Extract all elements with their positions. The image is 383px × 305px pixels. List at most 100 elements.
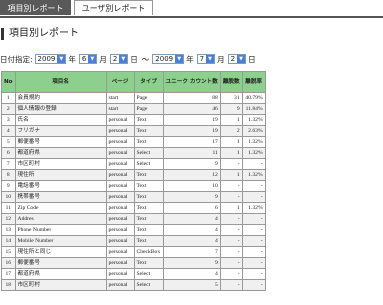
- cell-page: personal: [105, 268, 135, 280]
- cell-page: personal: [105, 158, 135, 170]
- cell-no: 14: [1, 235, 16, 247]
- table-row: 6 都道府県 personal Select 11 1 1.32%: [1, 147, 266, 159]
- report-table: No 項目名 ページ タイプ ユニーク カウント数 離脱数 離脱率 1 会員規約 s…: [1, 71, 266, 291]
- cell-unique-count: 17: [162, 136, 221, 148]
- to-month-select[interactable]: 7 ▼: [196, 54, 216, 64]
- cell-unique-count: 9: [162, 257, 221, 269]
- table-row: 11 Zip Code personal Text 6 1 1.32%: [1, 202, 266, 214]
- cell-type: Select: [133, 279, 164, 291]
- table-row: 17 都道府県 personal Select 4- -: [1, 268, 266, 280]
- cell-item-name: Zip Code: [14, 202, 107, 214]
- cell-page: personal: [105, 202, 135, 214]
- cell-item-name: 郵便番号: [14, 257, 107, 269]
- col-no: No: [1, 71, 16, 93]
- cell-type: Page: [133, 92, 164, 104]
- cell-item-name: 個人情報の登録: [14, 103, 107, 115]
- cell-item-name: 会員規約: [14, 92, 107, 104]
- cell-item-name: 市区町村: [14, 279, 107, 291]
- range-separator: ～: [141, 54, 150, 64]
- cell-exit-count: -: [219, 235, 243, 247]
- cell-unique-count: 19: [162, 114, 221, 126]
- year-unit: 年: [186, 54, 194, 64]
- cell-no: 18: [1, 279, 16, 291]
- from-year-select[interactable]: 2009 ▼: [34, 54, 67, 64]
- year-unit: 年: [68, 54, 76, 64]
- cell-unique-count: 10: [162, 180, 221, 192]
- cell-item-name: Mobile Number: [14, 235, 107, 247]
- cell-type: Select: [133, 268, 164, 280]
- cell-exit-count: 1: [219, 136, 243, 148]
- to-day-select[interactable]: 2 ▼: [227, 54, 247, 64]
- cell-no: 2: [1, 103, 16, 115]
- cell-page: personal: [105, 125, 135, 137]
- cell-exit-rate: -: [241, 235, 266, 247]
- chevron-down-icon: ▼: [206, 55, 215, 63]
- cell-item-name: 現住所: [14, 169, 107, 181]
- cell-exit-count: 1: [219, 147, 243, 159]
- cell-unique-count: 11: [162, 147, 221, 159]
- cell-unique-count: 4: [162, 213, 221, 225]
- cell-exit-rate: 1.32%: [241, 114, 266, 126]
- cell-unique-count: 4: [162, 268, 221, 280]
- cell-page: personal: [105, 136, 135, 148]
- cell-exit-count: -: [219, 180, 243, 192]
- table-row: 12 Addres personal Text 4- -: [1, 213, 266, 225]
- cell-exit-rate: 1.32%: [241, 202, 266, 214]
- col-type: タイプ: [133, 71, 164, 93]
- cell-type: Text: [133, 235, 164, 247]
- tab-user-report[interactable]: ユーザ別レポート: [74, 0, 153, 15]
- cell-exit-count: -: [219, 224, 243, 236]
- month-unit: 月: [99, 54, 107, 64]
- cell-item-name: 市区町村: [14, 158, 107, 170]
- cell-no: 6: [1, 147, 16, 159]
- cell-unique-count: 4: [162, 224, 221, 236]
- cell-unique-count: 6: [162, 202, 221, 214]
- cell-exit-count: 1: [219, 169, 243, 181]
- tab-item-report[interactable]: 項目別レポート: [0, 0, 71, 15]
- to-year-select[interactable]: 2009 ▼: [152, 54, 185, 64]
- cell-no: 1: [1, 92, 16, 104]
- cell-item-name: 携帯番号: [14, 191, 107, 203]
- page-title: 項目別レポート: [1, 28, 79, 40]
- cell-exit-rate: 11.84%: [241, 103, 266, 115]
- cell-exit-rate: -: [241, 279, 266, 291]
- cell-item-name: 現住所と同じ: [14, 246, 107, 258]
- cell-page: personal: [105, 279, 135, 291]
- cell-exit-count: -: [219, 257, 243, 269]
- cell-no: 15: [1, 246, 16, 258]
- cell-item-name: 都道府県: [14, 268, 107, 280]
- to-year-value: 2009: [155, 55, 174, 63]
- month-unit: 月: [217, 54, 225, 64]
- cell-exit-rate: -: [241, 257, 266, 269]
- cell-type: Page: [133, 103, 164, 115]
- from-day-select[interactable]: 2 ▼: [109, 54, 129, 64]
- cell-unique-count: 12: [162, 169, 221, 181]
- chevron-down-icon: ▼: [88, 55, 97, 63]
- table-row: 14 Mobile Number personal Text 4- -: [1, 235, 266, 247]
- cell-exit-rate: -: [241, 158, 266, 170]
- cell-type: Text: [133, 213, 164, 225]
- cell-no: 7: [1, 158, 16, 170]
- table-row: 3 氏名 personal Text 19 1 1.32%: [1, 114, 266, 126]
- cell-item-name: Addres: [14, 213, 107, 225]
- cell-type: Text: [133, 257, 164, 269]
- cell-exit-rate: -: [241, 191, 266, 203]
- cell-page: personal: [105, 257, 135, 269]
- cell-exit-count: -: [219, 279, 243, 291]
- table-row: 9 電話番号 personal Text 10- -: [1, 180, 266, 192]
- cell-page: personal: [105, 169, 135, 181]
- report-tabs: 項目別レポート ユーザ別レポート: [0, 0, 383, 18]
- cell-type: Select: [133, 158, 164, 170]
- cell-page: personal: [105, 213, 135, 225]
- cell-type: CheckBox: [133, 246, 164, 258]
- cell-exit-count: -: [219, 158, 243, 170]
- cell-no: 4: [1, 125, 16, 137]
- cell-exit-rate: 1.32%: [241, 169, 266, 181]
- cell-unique-count: 88: [162, 92, 221, 104]
- cell-page: personal: [105, 235, 135, 247]
- cell-unique-count: 5: [162, 279, 221, 291]
- cell-no: 5: [1, 136, 16, 148]
- cell-exit-rate: 1.32%: [241, 136, 266, 148]
- from-month-select[interactable]: 6 ▼: [78, 54, 98, 64]
- cell-item-name: フリガナ: [14, 125, 107, 137]
